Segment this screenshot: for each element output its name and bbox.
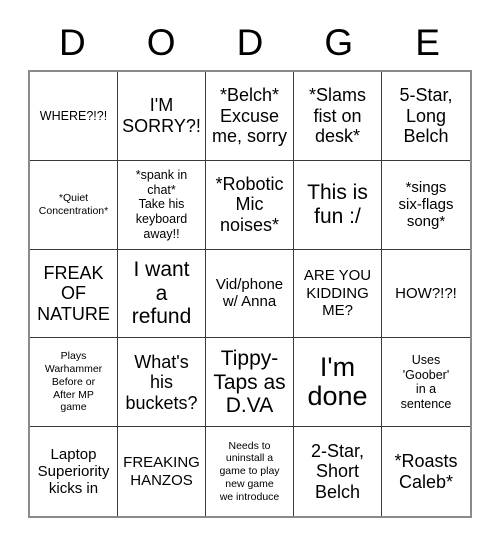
bingo-cell-r4c4[interactable]: I'm done [294, 338, 382, 428]
bingo-cell-label: Laptop Superiority kicks in [37, 445, 110, 498]
bingo-cell-label: FREAKING HANZOS [123, 454, 200, 489]
bingo-cell-label: Plays Warhammer Before or After MP game [44, 350, 103, 414]
bingo-cell-label: 2-Star, Short Belch [310, 440, 365, 502]
bingo-cell-r4c2[interactable]: What's his buckets? [118, 338, 206, 428]
bingo-header-letter-1: O [146, 21, 176, 63]
bingo-cell-label: FREAK OF NATURE [37, 262, 110, 324]
bingo-cell-r2c5[interactable]: *sings six-flags song* [382, 160, 470, 250]
bingo-cell-r4c1[interactable]: Plays Warhammer Before or After MP game [30, 338, 118, 428]
bingo-cell-label: *spank in chat* Take his keyboard away!! [135, 167, 188, 241]
bingo-cell-label: Tippy- Taps as D.VA [213, 347, 286, 418]
bingo-header-row: DODGE [28, 14, 472, 70]
bingo-cell-label: HOW?!?! [395, 284, 457, 302]
bingo-cell-r1c4[interactable]: *Slams fist on desk* [294, 72, 382, 161]
bingo-cell-r1c2[interactable]: I'M SORRY?! [118, 72, 206, 161]
bingo-cell-label: What's his buckets? [125, 351, 198, 413]
bingo-cell-label: WHERE?!?! [39, 108, 108, 123]
bingo-cell-r2c1[interactable]: *Quiet Concentration* [30, 160, 118, 250]
bingo-cell-r2c4[interactable]: This is fun :/ [294, 160, 382, 250]
bingo-cell-r5c2[interactable]: FREAKING HANZOS [118, 427, 206, 516]
bingo-cell-label: *Robotic Mic noises* [215, 173, 284, 235]
bingo-cell-r5c1[interactable]: Laptop Superiority kicks in [30, 427, 118, 516]
bingo-cell-label: Needs to uninstall a game to play new ga… [219, 439, 280, 503]
bingo-cell-label: I'M SORRY?! [122, 95, 201, 136]
bingo-cell-label: *Roasts Caleb* [394, 451, 458, 492]
bingo-cell-r3c5[interactable]: HOW?!?! [382, 249, 470, 339]
bingo-cell-label: 5-Star, Long Belch [399, 85, 453, 147]
bingo-cell-r1c1[interactable]: WHERE?!?! [30, 72, 118, 161]
bingo-header-letter-2: D [236, 21, 264, 63]
bingo-header-letter-0: D [59, 21, 86, 63]
bingo-card: D O D G E WHERE?!?! I'M SORRY?! *Belch* Excuse… [0, 0, 500, 544]
bingo-cell-r5c5[interactable]: *Roasts Caleb* [382, 427, 470, 516]
bingo-cell-label: ARE YOU KIDDING ME? [303, 267, 372, 320]
bingo-cell-r1c5[interactable]: 5-Star, Long Belch [382, 72, 470, 161]
bingo-header-letter-4: E [415, 21, 440, 63]
bingo-cell-label: I'm done [307, 351, 368, 412]
bingo-cell-r3c2[interactable]: I want a refund [118, 249, 206, 339]
bingo-cell-r2c2[interactable]: *spank in chat* Take his keyboard away!! [118, 160, 206, 250]
bingo-cell-r3c4[interactable]: ARE YOU KIDDING ME? [294, 249, 382, 339]
bingo-cell-r3c3[interactable]: Vid/phone w/ Anna [206, 249, 294, 339]
bingo-cell-r1c3[interactable]: *Belch* Excuse me, sorry [206, 72, 294, 161]
bingo-cell-r5c4[interactable]: 2-Star, Short Belch [294, 427, 382, 516]
bingo-cell-r4c5[interactable]: Uses 'Goober' in a sentence [382, 338, 470, 428]
bingo-cell-label: *Quiet Concentration* [38, 191, 109, 217]
bingo-cell-label: I want a refund [131, 258, 192, 329]
bingo-cell-r4c3[interactable]: Tippy- Taps as D.VA [206, 338, 294, 428]
bingo-cell-r2c3[interactable]: *Robotic Mic noises* [206, 160, 294, 250]
bingo-cell-label: *Belch* Excuse me, sorry [211, 85, 287, 147]
bingo-cell-label: Uses 'Goober' in a sentence [400, 352, 452, 412]
bingo-cell-r5c3[interactable]: Needs to uninstall a game to play new ga… [206, 427, 294, 516]
bingo-cell-r3c1[interactable]: FREAK OF NATURE [30, 249, 118, 339]
bingo-grid: WHERE?!?! I'M SORRY?! *Belch* Excuse me, s… [28, 70, 472, 518]
bingo-cell-label: Vid/phone w/ Anna [215, 276, 284, 311]
bingo-cell-label: *Slams fist on desk* [308, 85, 366, 147]
bingo-cell-label: *sings six-flags song* [398, 178, 454, 231]
bingo-header-letter-3: G [324, 21, 354, 63]
bingo-cell-label: This is fun :/ [307, 181, 368, 228]
